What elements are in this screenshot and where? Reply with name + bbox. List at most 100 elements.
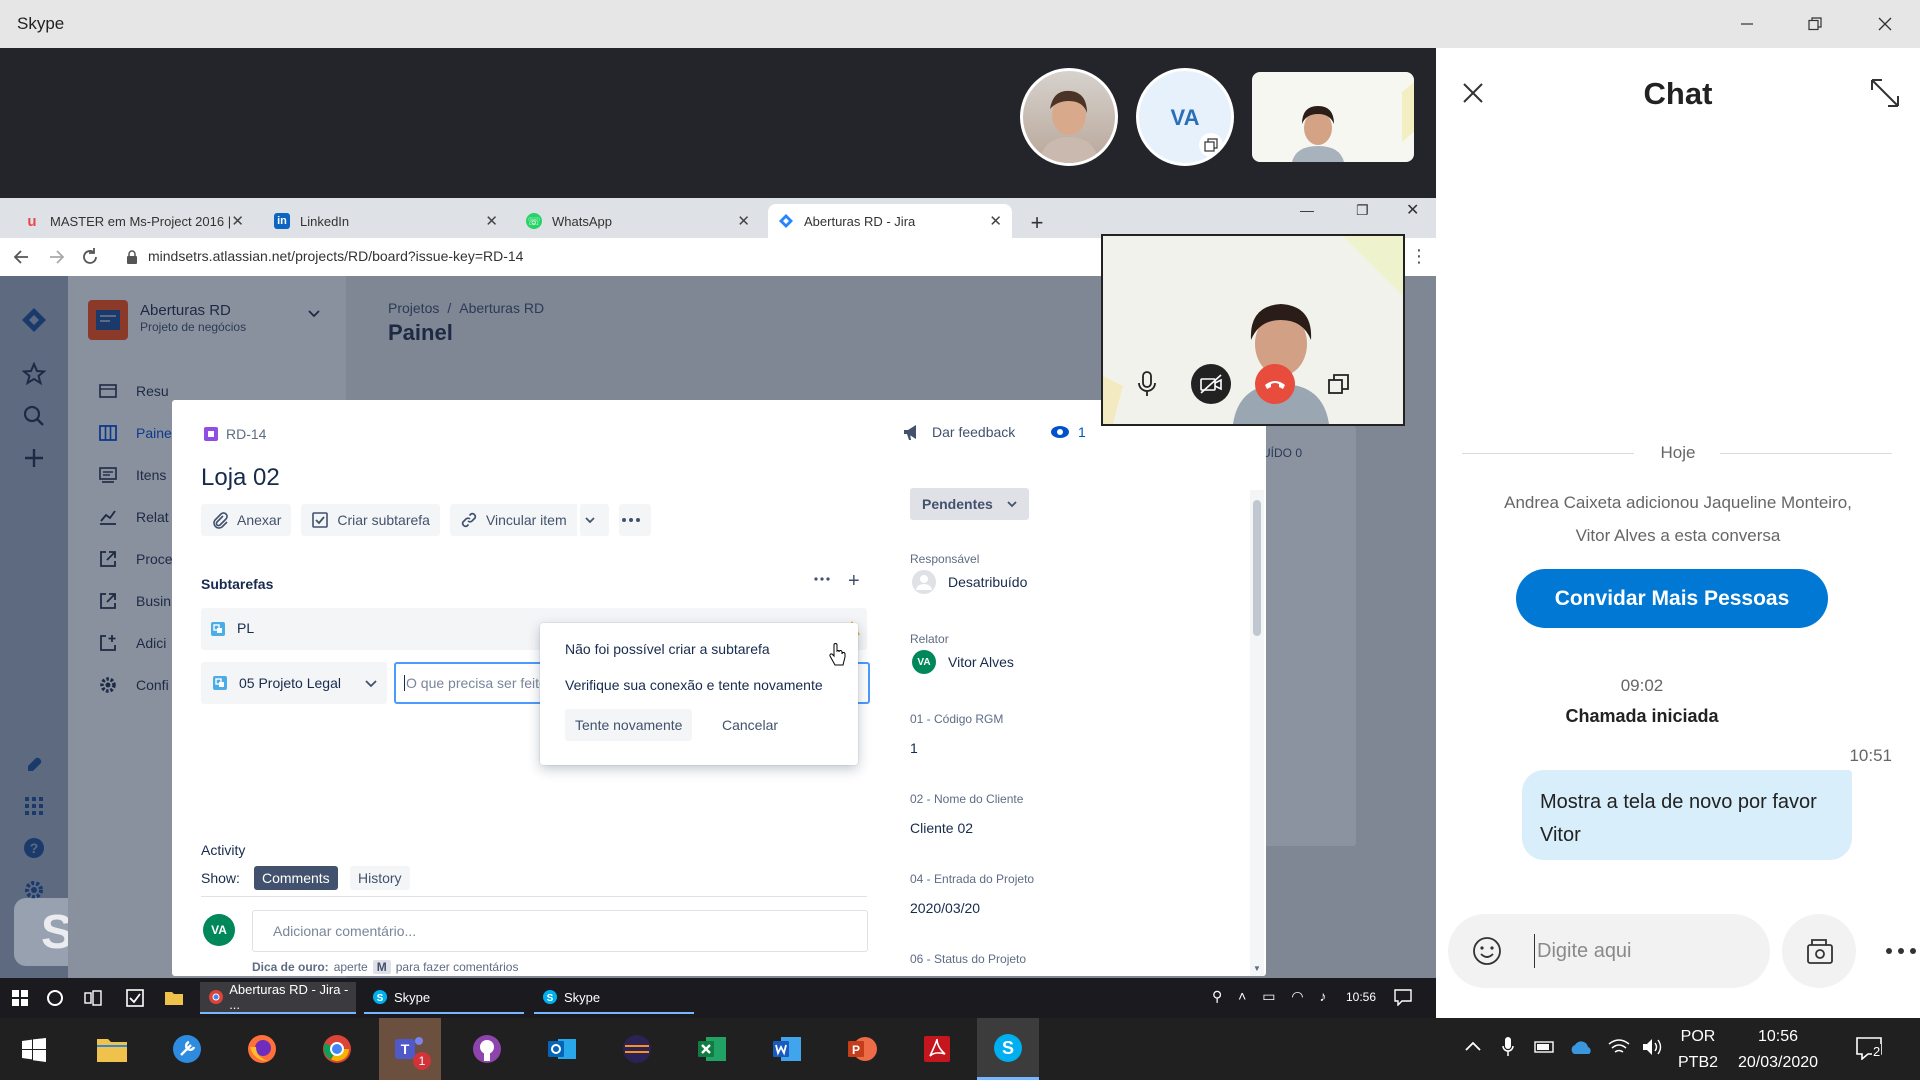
- tab-linkedin[interactable]: in LinkedIn ✕: [264, 204, 508, 238]
- participant-video-andrea[interactable]: [1020, 68, 1118, 166]
- notifications-icon[interactable]: [22, 752, 46, 776]
- action-center-icon[interactable]: [1394, 988, 1412, 1006]
- taskbar-item-skype-2[interactable]: S Skype: [534, 982, 694, 1014]
- sidebar-item-adicionar[interactable]: Adici: [98, 633, 166, 653]
- github-app[interactable]: [464, 1026, 510, 1072]
- end-call-button[interactable]: [1255, 364, 1295, 404]
- camera-toggle-button[interactable]: [1191, 364, 1231, 404]
- eclipse-app[interactable]: [614, 1026, 660, 1072]
- notifications-button[interactable]: 2: [1856, 1036, 1882, 1060]
- microphone-icon[interactable]: [1502, 1036, 1514, 1058]
- status-dropdown[interactable]: Pendentes: [910, 488, 1029, 520]
- powerpoint-app[interactable]: P: [839, 1026, 885, 1072]
- client-value[interactable]: Cliente 02: [910, 820, 973, 836]
- entry-value[interactable]: 2020/03/20: [910, 900, 980, 916]
- link-item-button[interactable]: Vincular item: [449, 504, 577, 536]
- new-tab-button[interactable]: +: [1022, 208, 1052, 238]
- sidebar-item-relatorios[interactable]: Relat: [98, 507, 169, 527]
- tab-history[interactable]: History: [350, 866, 410, 890]
- word-app[interactable]: [764, 1026, 810, 1072]
- scrollbar-thumb[interactable]: [1253, 500, 1261, 636]
- taskbar-item-jira[interactable]: Aberturas RD - Jira - ...: [200, 982, 356, 1014]
- sidebar-item-processos[interactable]: Proce: [98, 549, 173, 569]
- rgm-value[interactable]: 1: [910, 740, 918, 756]
- jira-logo-icon[interactable]: [20, 306, 48, 334]
- sidebar-item-configuracoes[interactable]: Confi: [98, 675, 169, 695]
- media-gallery-button[interactable]: [1782, 914, 1856, 988]
- tab-jira[interactable]: Aberturas RD - Jira ✕: [768, 204, 1012, 238]
- firefox-app[interactable]: [239, 1026, 285, 1072]
- outlook-app[interactable]: [539, 1026, 585, 1072]
- assignee-field[interactable]: Desatribuído: [912, 570, 1027, 594]
- battery-icon[interactable]: [1534, 1040, 1556, 1054]
- clock-time[interactable]: 10:56: [1730, 1028, 1826, 1046]
- app-tool[interactable]: [164, 1026, 210, 1072]
- browser-restore-button[interactable]: ❐: [1356, 202, 1369, 219]
- close-tab-icon[interactable]: ✕: [989, 212, 1002, 230]
- breadcrumb-project[interactable]: Aberturas RD: [459, 300, 544, 316]
- help-icon[interactable]: ?: [22, 836, 46, 860]
- close-window-button[interactable]: [1856, 0, 1914, 48]
- tab-whatsapp[interactable]: ☏ WhatsApp ✕: [516, 204, 760, 238]
- comment-input[interactable]: Adicionar comentário...: [252, 910, 868, 952]
- mute-button[interactable]: [1127, 364, 1167, 404]
- file-explorer-app[interactable]: [89, 1026, 135, 1072]
- chat-message-bubble[interactable]: Mostra a tela de novo por favor Vitor: [1522, 770, 1852, 860]
- create-subtask-button[interactable]: Criar subtarefa: [301, 504, 440, 536]
- back-button[interactable]: [12, 247, 32, 267]
- breadcrumb-projetos[interactable]: Projetos: [388, 300, 439, 316]
- close-tab-icon[interactable]: ✕: [485, 212, 498, 230]
- participant-video-jaqueline[interactable]: [1252, 72, 1414, 162]
- create-icon[interactable]: [22, 446, 46, 470]
- url-field[interactable]: mindsetrs.atlassian.net/projects/RD/boar…: [148, 248, 523, 264]
- star-icon[interactable]: [22, 362, 46, 386]
- retry-button[interactable]: Tente novamente: [565, 709, 693, 741]
- watchers-button[interactable]: 1: [1050, 423, 1086, 441]
- add-subtask-button[interactable]: +: [848, 570, 860, 593]
- tab-comments[interactable]: Comments: [254, 866, 338, 890]
- attach-button[interactable]: Anexar: [201, 504, 292, 536]
- skype-app[interactable]: S: [977, 1018, 1039, 1080]
- browser-minimize-button[interactable]: —: [1300, 202, 1314, 218]
- scroll-down-icon[interactable]: ▼: [1253, 964, 1261, 973]
- taskbar-item-skype-1[interactable]: S Skype: [364, 982, 524, 1014]
- todo-icon[interactable]: [126, 989, 144, 1007]
- issue-key[interactable]: RD-14: [204, 426, 266, 442]
- forward-button[interactable]: [46, 247, 66, 267]
- system-tray-icons[interactable]: ⚲ ˄ ▭ ◠ ♪: [1212, 988, 1332, 1005]
- tray-chevron-up-icon[interactable]: [1464, 1040, 1482, 1052]
- acrobat-app[interactable]: [914, 1026, 960, 1072]
- reload-button[interactable]: [80, 247, 100, 267]
- apps-grid-icon[interactable]: [22, 794, 46, 818]
- emoji-button[interactable]: [1472, 936, 1502, 966]
- cancel-button[interactable]: Cancelar: [712, 709, 788, 741]
- participant-avatar-va[interactable]: VA: [1136, 68, 1234, 166]
- minimize-button[interactable]: [1718, 0, 1776, 48]
- issue-title[interactable]: Loja 02: [201, 464, 280, 492]
- search-icon[interactable]: [22, 404, 46, 428]
- cortana-icon[interactable]: [46, 989, 64, 1007]
- excel-app[interactable]: [689, 1026, 735, 1072]
- file-explorer-icon[interactable]: [164, 989, 184, 1007]
- tab-udemy[interactable]: u MASTER em Ms-Project 2016 | U ✕: [14, 204, 254, 238]
- wifi-icon[interactable]: [1608, 1038, 1630, 1056]
- reporter-field[interactable]: VA Vitor Alves: [912, 650, 1014, 674]
- windows-start-icon[interactable]: [12, 990, 28, 1006]
- sidebar-item-resumo[interactable]: Resu: [98, 381, 169, 401]
- more-options-button[interactable]: [1864, 914, 1920, 988]
- language-indicator[interactable]: POR: [1678, 1028, 1718, 1046]
- modal-scrollbar[interactable]: ▼: [1250, 490, 1264, 976]
- browser-close-button[interactable]: ✕: [1406, 200, 1419, 220]
- windows-start-icon[interactable]: [22, 1038, 46, 1062]
- close-tab-icon[interactable]: ✕: [737, 212, 750, 230]
- sidebar-item-itens[interactable]: Itens: [98, 465, 166, 485]
- clock-date[interactable]: 20/03/2020: [1730, 1054, 1826, 1072]
- chevron-down-icon[interactable]: [308, 310, 320, 318]
- teams-app[interactable]: T 1: [379, 1018, 441, 1080]
- restore-button[interactable]: [1786, 0, 1844, 48]
- more-actions-button[interactable]: [618, 504, 651, 536]
- expand-chat-button[interactable]: [1870, 78, 1900, 108]
- pop-out-button[interactable]: [1319, 364, 1359, 404]
- browser-menu-icon[interactable]: ⋮: [1410, 246, 1428, 267]
- volume-icon[interactable]: [1642, 1038, 1664, 1056]
